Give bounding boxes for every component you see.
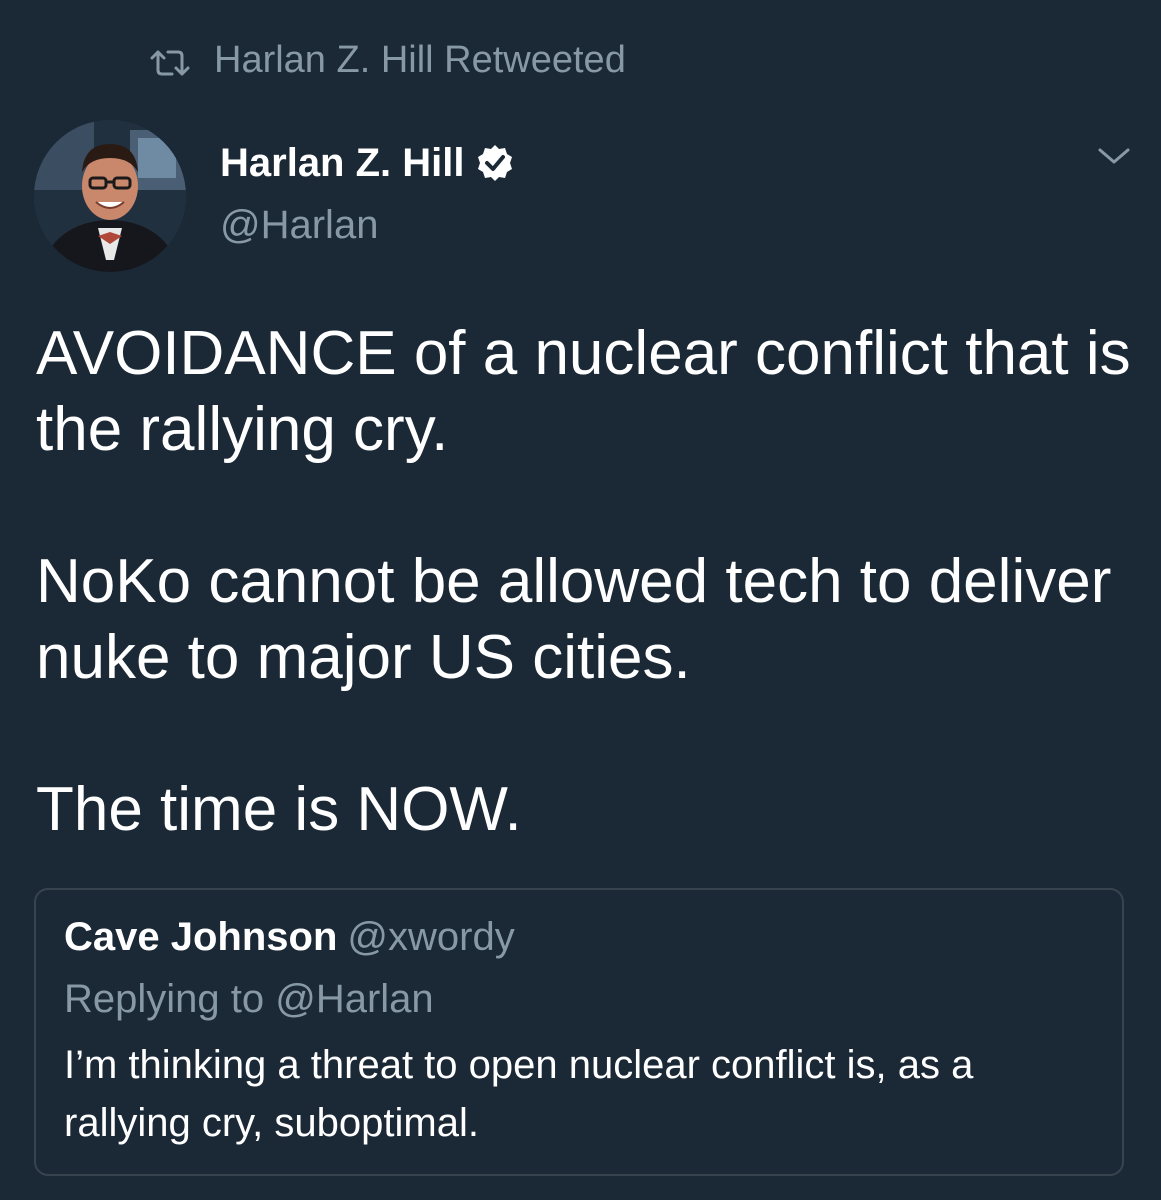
retweet-label[interactable]: Harlan Z. Hill Retweeted: [214, 39, 626, 82]
tweet-text: AVOIDANCE of a nuclear conflict that is …: [36, 316, 1136, 848]
author-display-name[interactable]: Harlan Z. Hill: [220, 141, 465, 186]
tweet-paragraph: NoKo cannot be allowed tech to deliver n…: [36, 547, 1112, 692]
tweet-paragraph: AVOIDANCE of a nuclear conflict that is …: [36, 319, 1131, 464]
tweet-card[interactable]: Harlan Z. Hill Retweeted Harlan Z. Hill: [0, 0, 1161, 1200]
quoted-tweet[interactable]: Cave Johnson @xwordy Replying to @Harlan …: [34, 888, 1124, 1176]
verified-badge-icon: [475, 143, 515, 183]
tweet-paragraph: The time is NOW.: [36, 775, 522, 844]
avatar[interactable]: [34, 120, 186, 272]
quoted-tweet-header: Cave Johnson @xwordy: [64, 912, 515, 962]
quoted-tweet-text: I’m thinking a threat to open nuclear co…: [64, 1043, 974, 1145]
chevron-down-icon[interactable]: [1096, 142, 1132, 170]
quoted-author-name[interactable]: Cave Johnson: [64, 915, 337, 959]
retweet-context: Harlan Z. Hill Retweeted: [148, 36, 626, 84]
author-block[interactable]: Harlan Z. Hill @Harlan: [220, 138, 515, 250]
retweet-icon: [148, 45, 192, 76]
quoted-author-handle[interactable]: @xwordy: [347, 915, 514, 959]
author-handle[interactable]: @Harlan: [220, 200, 515, 250]
author-name-row: Harlan Z. Hill: [220, 138, 515, 188]
quoted-replying-to: Replying to @Harlan: [64, 977, 434, 1021]
